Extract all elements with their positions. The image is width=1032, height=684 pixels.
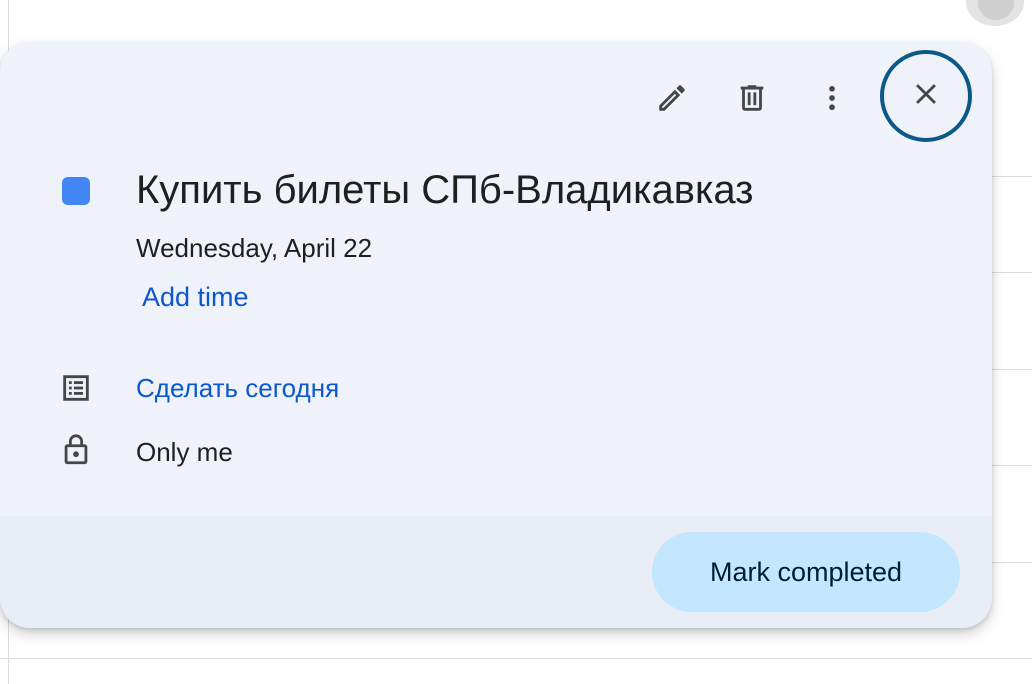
close-icon [909,77,943,116]
task-color-indicator [62,177,90,205]
edit-task-button[interactable] [644,70,700,126]
close-button[interactable] [880,50,972,142]
task-details-popup: Купить билеты СПб-Владикавказ Wednesday,… [0,42,992,628]
trash-icon [735,81,769,115]
add-time-link[interactable]: Add time [142,280,249,314]
pencil-icon [655,81,689,115]
lock-icon [58,432,94,468]
mark-completed-button[interactable]: Mark completed [652,532,960,612]
delete-task-button[interactable] [724,70,780,126]
task-list-icon [58,370,94,406]
task-date: Wednesday, April 22 [136,233,373,263]
task-title: Купить билеты СПб-Владикавказ [136,168,754,212]
grid-line [0,658,1032,659]
more-options-button[interactable] [804,70,860,126]
visibility-label: Only me [136,437,233,467]
task-list-name[interactable]: Сделать сегодня [136,372,339,404]
more-vert-icon [815,81,849,115]
